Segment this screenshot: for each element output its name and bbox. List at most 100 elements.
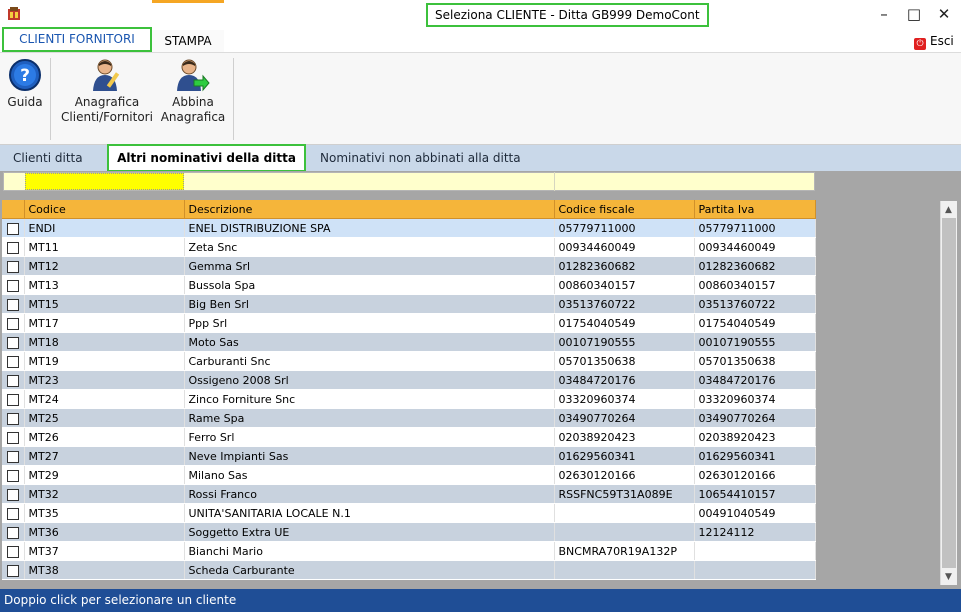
filter-cell-descrizione[interactable] <box>185 172 555 191</box>
cell-codice-fiscale: 00107190555 <box>554 332 695 352</box>
cell-partita-iva: 01754040549 <box>694 313 816 333</box>
abbina-anagrafica-button[interactable]: Abbina Anagrafica <box>157 58 229 125</box>
row-checkbox-cell <box>2 427 25 447</box>
table-row[interactable]: MT27 Neve Impianti Sas 01629560341 01629560… <box>2 446 816 466</box>
close-button[interactable]: ✕ <box>929 2 959 26</box>
row-checkbox[interactable] <box>6 336 19 349</box>
subtab-clienti-ditta[interactable]: Clienti ditta <box>13 145 83 171</box>
row-checkbox[interactable] <box>6 241 19 254</box>
cell-codice-fiscale: RSSFNC59T31A089E <box>554 484 695 504</box>
minimize-button[interactable]: – <box>869 2 899 26</box>
row-checkbox[interactable] <box>6 355 19 368</box>
cell-codice-fiscale: 05701350638 <box>554 351 695 371</box>
row-checkbox[interactable] <box>6 279 19 292</box>
cell-partita-iva: 05701350638 <box>694 351 816 371</box>
cell-partita-iva: 03484720176 <box>694 370 816 390</box>
header-codice[interactable]: Codice <box>24 200 185 219</box>
row-checkbox[interactable] <box>6 545 19 558</box>
cell-codice: MT37 <box>24 541 185 561</box>
table-header-row: Codice Descrizione Codice fiscale Partit… <box>2 200 816 219</box>
cell-codice-fiscale: 01754040549 <box>554 313 695 333</box>
toolbar-separator <box>50 58 51 140</box>
svg-text:?: ? <box>20 66 30 86</box>
table-row[interactable]: MT32 Rossi Franco RSSFNC59T31A089E 10654410… <box>2 484 816 504</box>
table-row[interactable]: MT26 Ferro Srl 02038920423 02038920423 <box>2 427 816 447</box>
row-checkbox[interactable] <box>6 260 19 273</box>
row-checkbox-cell <box>2 218 25 238</box>
table-row[interactable]: MT12 Gemma Srl 01282360682 01282360682 <box>2 256 816 276</box>
table-row[interactable]: MT19 Carburanti Snc 05701350638 05701350638 <box>2 351 816 371</box>
row-checkbox[interactable] <box>6 431 19 444</box>
filter-codice-input[interactable] <box>25 173 184 190</box>
row-checkbox[interactable] <box>6 469 19 482</box>
row-checkbox-cell <box>2 503 25 523</box>
table-row[interactable]: MT35 UNITA'SANITARIA LOCALE N.1 0049104054… <box>2 503 816 523</box>
guida-button[interactable]: ? Guida <box>4 58 46 110</box>
row-checkbox[interactable] <box>6 450 19 463</box>
table-row[interactable]: MT15 Big Ben Srl 03513760722 03513760722 <box>2 294 816 314</box>
power-icon: ⏻ <box>914 38 926 50</box>
subtab-nominativi-non-abbinati[interactable]: Nominativi non abbinati alla ditta <box>320 145 521 171</box>
table-row[interactable]: MT13 Bussola Spa 00860340157 00860340157 <box>2 275 816 295</box>
cell-codice-fiscale: 00934460049 <box>554 237 695 257</box>
row-checkbox[interactable] <box>6 222 19 235</box>
cell-codice-fiscale <box>554 522 695 542</box>
cell-descrizione: ENEL DISTRIBUZIONE SPA <box>184 218 555 238</box>
table-row[interactable]: MT25 Rame Spa 03490770264 03490770264 <box>2 408 816 428</box>
cell-partita-iva: 12124112 <box>694 522 816 542</box>
cell-codice-fiscale: 01282360682 <box>554 256 695 276</box>
cell-codice-fiscale: 03320960374 <box>554 389 695 409</box>
cell-descrizione: Ossigeno 2008 Srl <box>184 370 555 390</box>
row-checkbox[interactable] <box>6 317 19 330</box>
row-checkbox[interactable] <box>6 298 19 311</box>
table-row[interactable]: MT11 Zeta Snc 00934460049 00934460049 <box>2 237 816 257</box>
subtab-altri-nominativi[interactable]: Altri nominativi della ditta <box>107 144 306 172</box>
cell-partita-iva <box>694 560 816 580</box>
cell-codice: MT29 <box>24 465 185 485</box>
cell-codice-fiscale: BNCMRA70R19A132P <box>554 541 695 561</box>
row-checkbox[interactable] <box>6 412 19 425</box>
cell-descrizione: UNITA'SANITARIA LOCALE N.1 <box>184 503 555 523</box>
table-row[interactable]: MT37 Bianchi Mario BNCMRA70R19A132P <box>2 541 816 561</box>
row-checkbox[interactable] <box>6 507 19 520</box>
cell-partita-iva <box>694 541 816 561</box>
header-descrizione[interactable]: Descrizione <box>184 200 555 219</box>
cell-descrizione: Scheda Carburante <box>184 560 555 580</box>
table-row[interactable]: MT38 Scheda Carburante <box>2 560 816 580</box>
header-codice-fiscale[interactable]: Codice fiscale <box>554 200 695 219</box>
cell-descrizione: Milano Sas <box>184 465 555 485</box>
cell-descrizione: Bussola Spa <box>184 275 555 295</box>
cell-descrizione: Soggetto Extra UE <box>184 522 555 542</box>
scroll-thumb[interactable] <box>942 218 956 568</box>
row-checkbox[interactable] <box>6 393 19 406</box>
cell-descrizione: Ppp Srl <box>184 313 555 333</box>
row-checkbox[interactable] <box>6 526 19 539</box>
cell-partita-iva: 02038920423 <box>694 427 816 447</box>
table-row[interactable]: MT24 Zinco Forniture Snc 03320960374 033209… <box>2 389 816 409</box>
tab-clienti-fornitori[interactable]: CLIENTI FORNITORI <box>2 27 152 52</box>
table-row[interactable]: MT23 Ossigeno 2008 Srl 03484720176 03484720… <box>2 370 816 390</box>
row-checkbox[interactable] <box>6 374 19 387</box>
cell-codice-fiscale: 03513760722 <box>554 294 695 314</box>
row-checkbox[interactable] <box>6 564 19 577</box>
cell-codice: MT17 <box>24 313 185 333</box>
cell-codice: MT13 <box>24 275 185 295</box>
exit-button[interactable]: ⏻ Esci <box>914 32 954 50</box>
tab-stampa[interactable]: STAMPA <box>152 30 224 52</box>
table-row[interactable]: MT29 Milano Sas 02630120166 02630120166 <box>2 465 816 485</box>
cell-partita-iva: 03320960374 <box>694 389 816 409</box>
table-row[interactable]: MT36 Soggetto Extra UE 12124112 <box>2 522 816 542</box>
header-partita-iva[interactable]: Partita Iva <box>694 200 816 219</box>
cell-partita-iva: 10654410157 <box>694 484 816 504</box>
table-row[interactable]: MT17 Ppp Srl 01754040549 01754040549 <box>2 313 816 333</box>
table-row[interactable]: MT18 Moto Sas 00107190555 00107190555 <box>2 332 816 352</box>
scroll-down-arrow-icon[interactable]: ▼ <box>940 569 957 585</box>
anagrafica-button[interactable]: Anagrafica Clienti/Fornitori <box>57 58 157 125</box>
scroll-up-arrow-icon[interactable]: ▲ <box>940 202 957 218</box>
row-checkbox-cell <box>2 237 25 257</box>
cell-descrizione: Gemma Srl <box>184 256 555 276</box>
maximize-button[interactable]: □ <box>899 2 929 26</box>
row-checkbox[interactable] <box>6 488 19 501</box>
table-row[interactable]: ENDI ENEL DISTRIBUZIONE SPA 05779711000 057… <box>2 218 816 238</box>
anagrafica-label-1: Anagrafica <box>74 95 140 109</box>
